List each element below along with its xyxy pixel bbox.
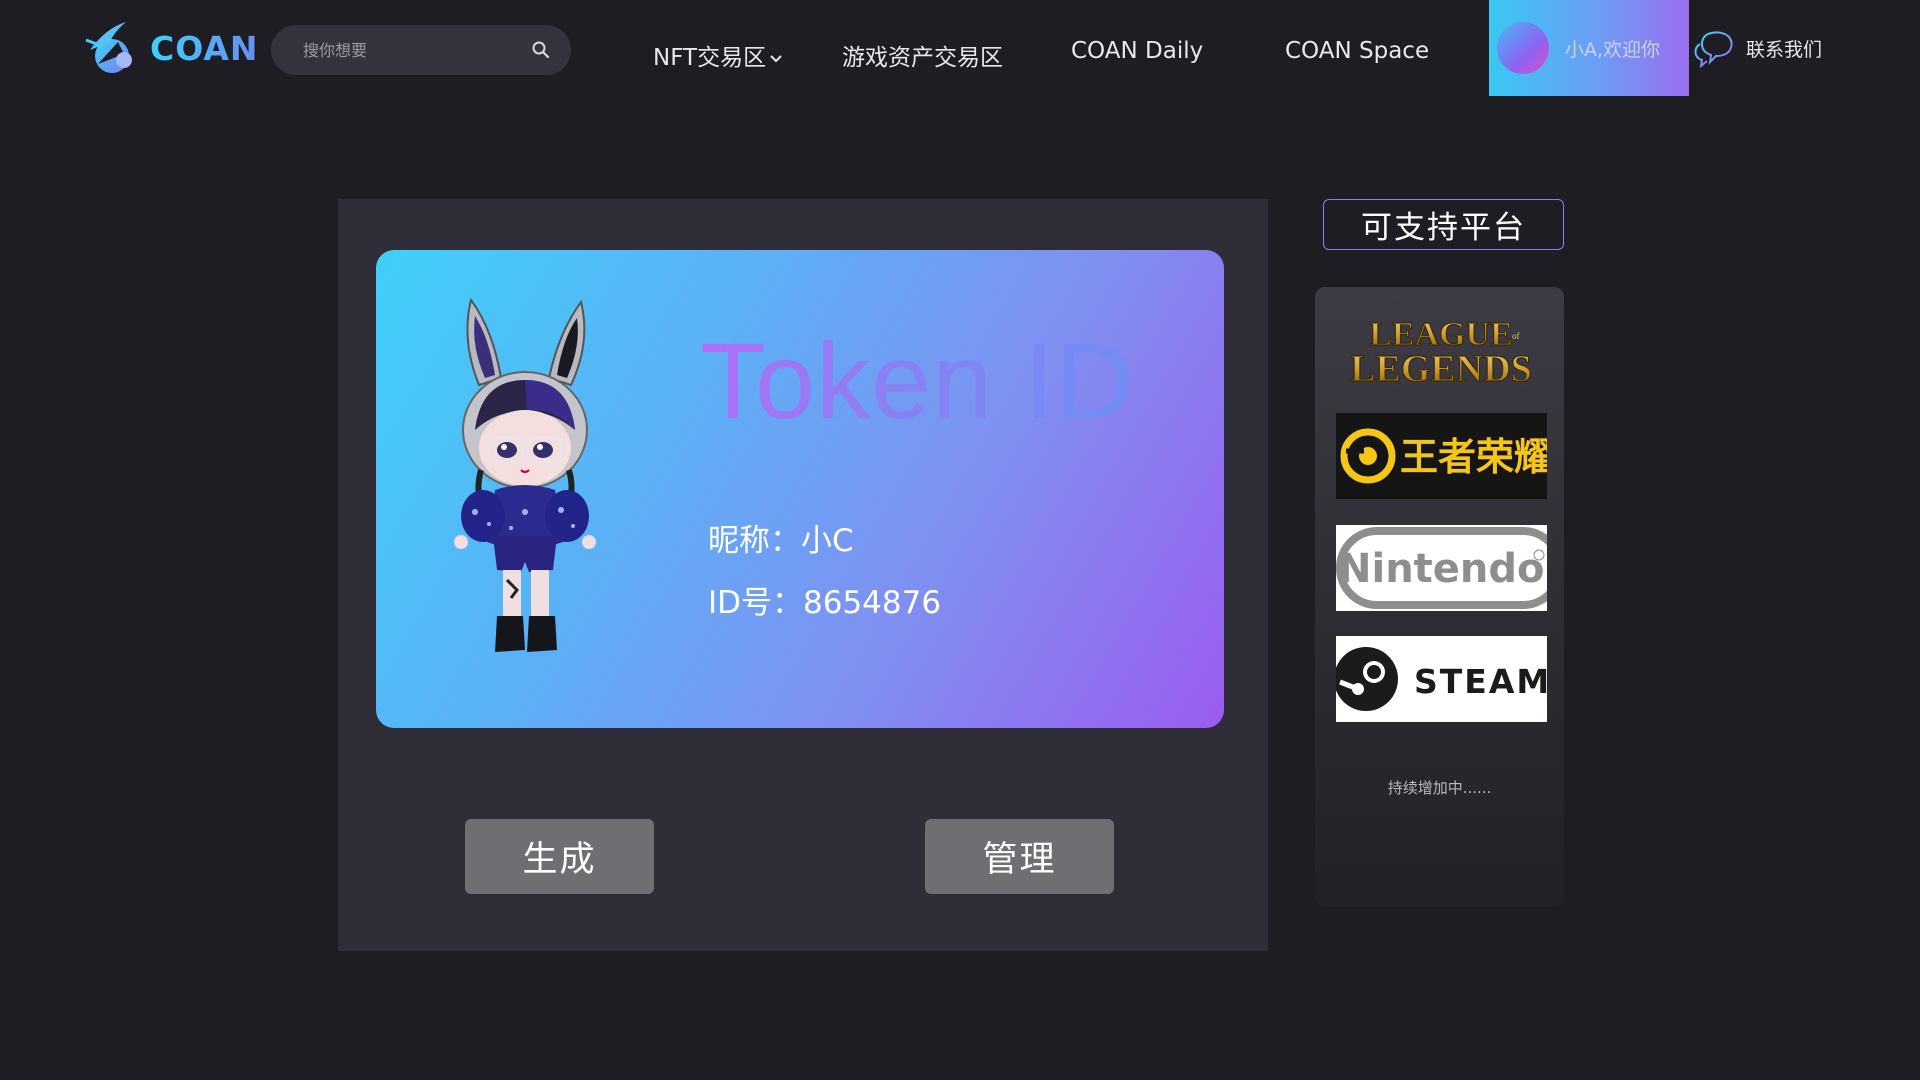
- platform-steam[interactable]: STEAM: [1336, 636, 1547, 722]
- steam-text: STEAM: [1414, 662, 1547, 701]
- chat-bubble-icon: [1694, 31, 1733, 68]
- coan-logo-icon: [85, 22, 132, 73]
- search-icon[interactable]: [531, 40, 551, 60]
- platform-league-of-legends[interactable]: LEAGUE of LEGENDS: [1336, 307, 1547, 393]
- id-number-text: ID号：8654876: [708, 585, 942, 621]
- platform-nintendo[interactable]: Nintendo: [1336, 525, 1547, 611]
- platform-honor-of-kings[interactable]: 王者荣耀: [1336, 413, 1547, 499]
- honor-of-kings-text: 王者荣耀: [1400, 435, 1547, 479]
- contact-us-label: 联系我们: [1746, 38, 1823, 61]
- token-panel: Token ID 昵称：小C ID号：8654876 生成 管理: [338, 199, 1268, 951]
- nav-nft-trading-label: NFT交易区: [653, 45, 767, 71]
- token-id-title: Token ID: [700, 320, 1135, 441]
- character-avatar-image: [454, 297, 596, 652]
- nav-coan-daily[interactable]: COAN Daily: [1071, 38, 1203, 64]
- generate-button[interactable]: 生成: [465, 819, 654, 894]
- contact-us-link[interactable]: 联系我们: [1692, 28, 1822, 68]
- lol-line2: LEGENDS: [1350, 348, 1532, 390]
- user-greeting: 小A,欢迎你: [1565, 38, 1661, 61]
- nav-coan-space[interactable]: COAN Space: [1285, 38, 1429, 64]
- more-coming-text: 持续增加中......: [1387, 779, 1492, 797]
- logo-text: COAN: [150, 28, 259, 68]
- nintendo-text: Nintendo: [1338, 546, 1545, 592]
- nintendo-logo: Nintendo: [1336, 527, 1547, 609]
- nickname-text: 昵称：小C: [708, 523, 854, 559]
- supported-platforms-title: 可支持平台: [1323, 199, 1564, 250]
- lol-of: of: [1512, 331, 1520, 341]
- league-of-legends-logo: LEAGUE of LEGENDS: [1350, 315, 1533, 390]
- supported-platforms-panel: LEAGUE of LEGENDS 王者荣耀 Nintendo STEAM 持续…: [1315, 287, 1564, 907]
- chevron-down-icon: [770, 54, 782, 62]
- honor-of-kings-logo: 王者荣耀: [1340, 428, 1547, 484]
- token-id-card: Token ID 昵称：小C ID号：8654876: [376, 250, 1224, 728]
- search-bar[interactable]: [271, 25, 571, 75]
- manage-button[interactable]: 管理: [925, 819, 1114, 894]
- search-input[interactable]: [303, 40, 531, 60]
- steam-logo: STEAM: [1336, 647, 1547, 711]
- nav-nft-trading[interactable]: NFT交易区: [653, 38, 783, 72]
- nav-game-assets[interactable]: 游戏资产交易区: [842, 38, 1003, 72]
- logo[interactable]: COAN: [84, 20, 259, 76]
- avatar[interactable]: [1497, 22, 1549, 74]
- user-menu[interactable]: 小A,欢迎你: [1489, 0, 1689, 96]
